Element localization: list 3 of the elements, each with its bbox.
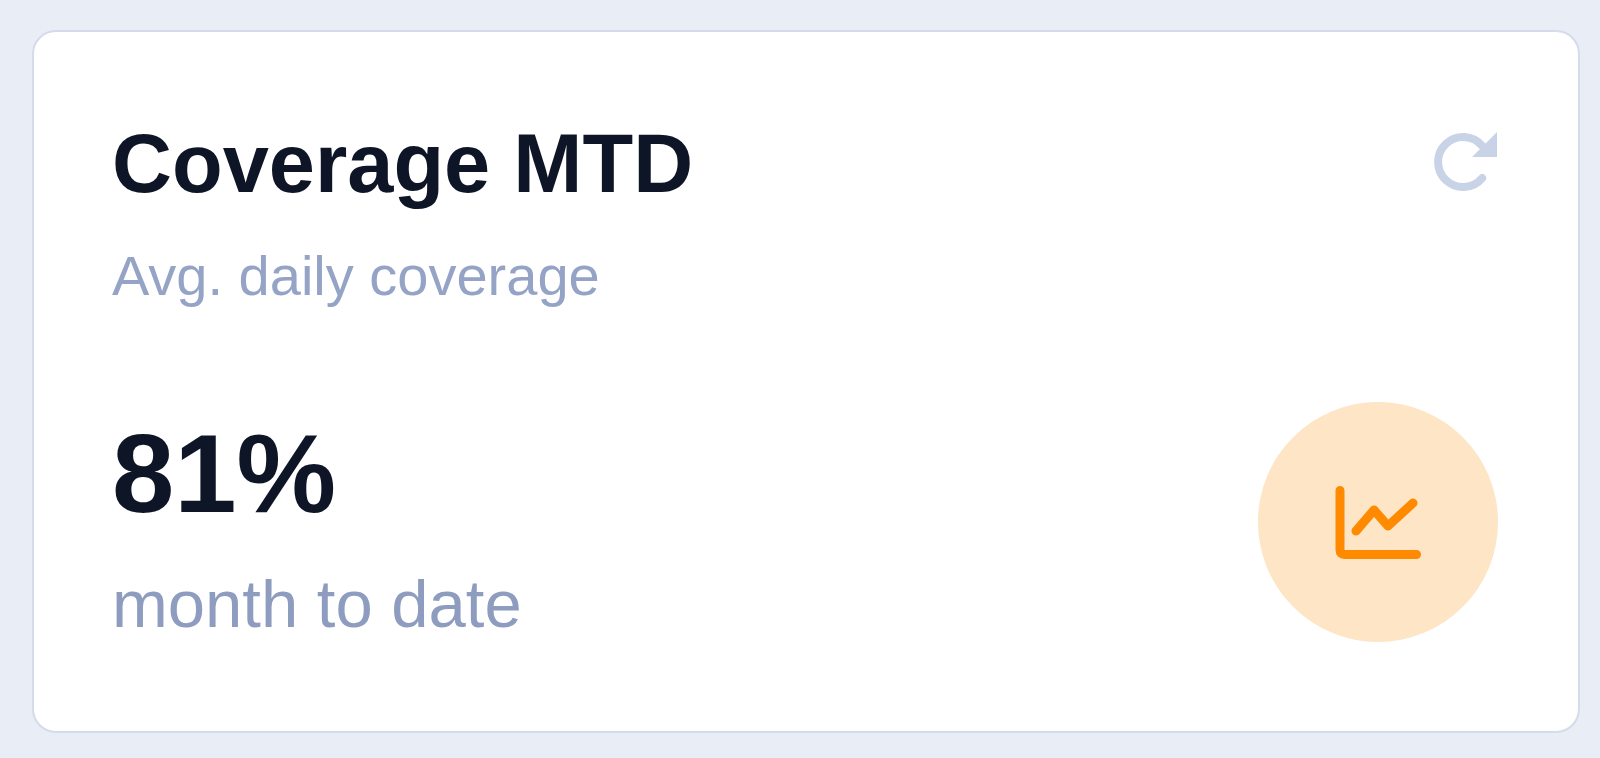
metric-value: 81% — [112, 418, 337, 530]
metric-caption: month to date — [112, 570, 522, 637]
refresh-icon[interactable] — [1434, 130, 1498, 194]
